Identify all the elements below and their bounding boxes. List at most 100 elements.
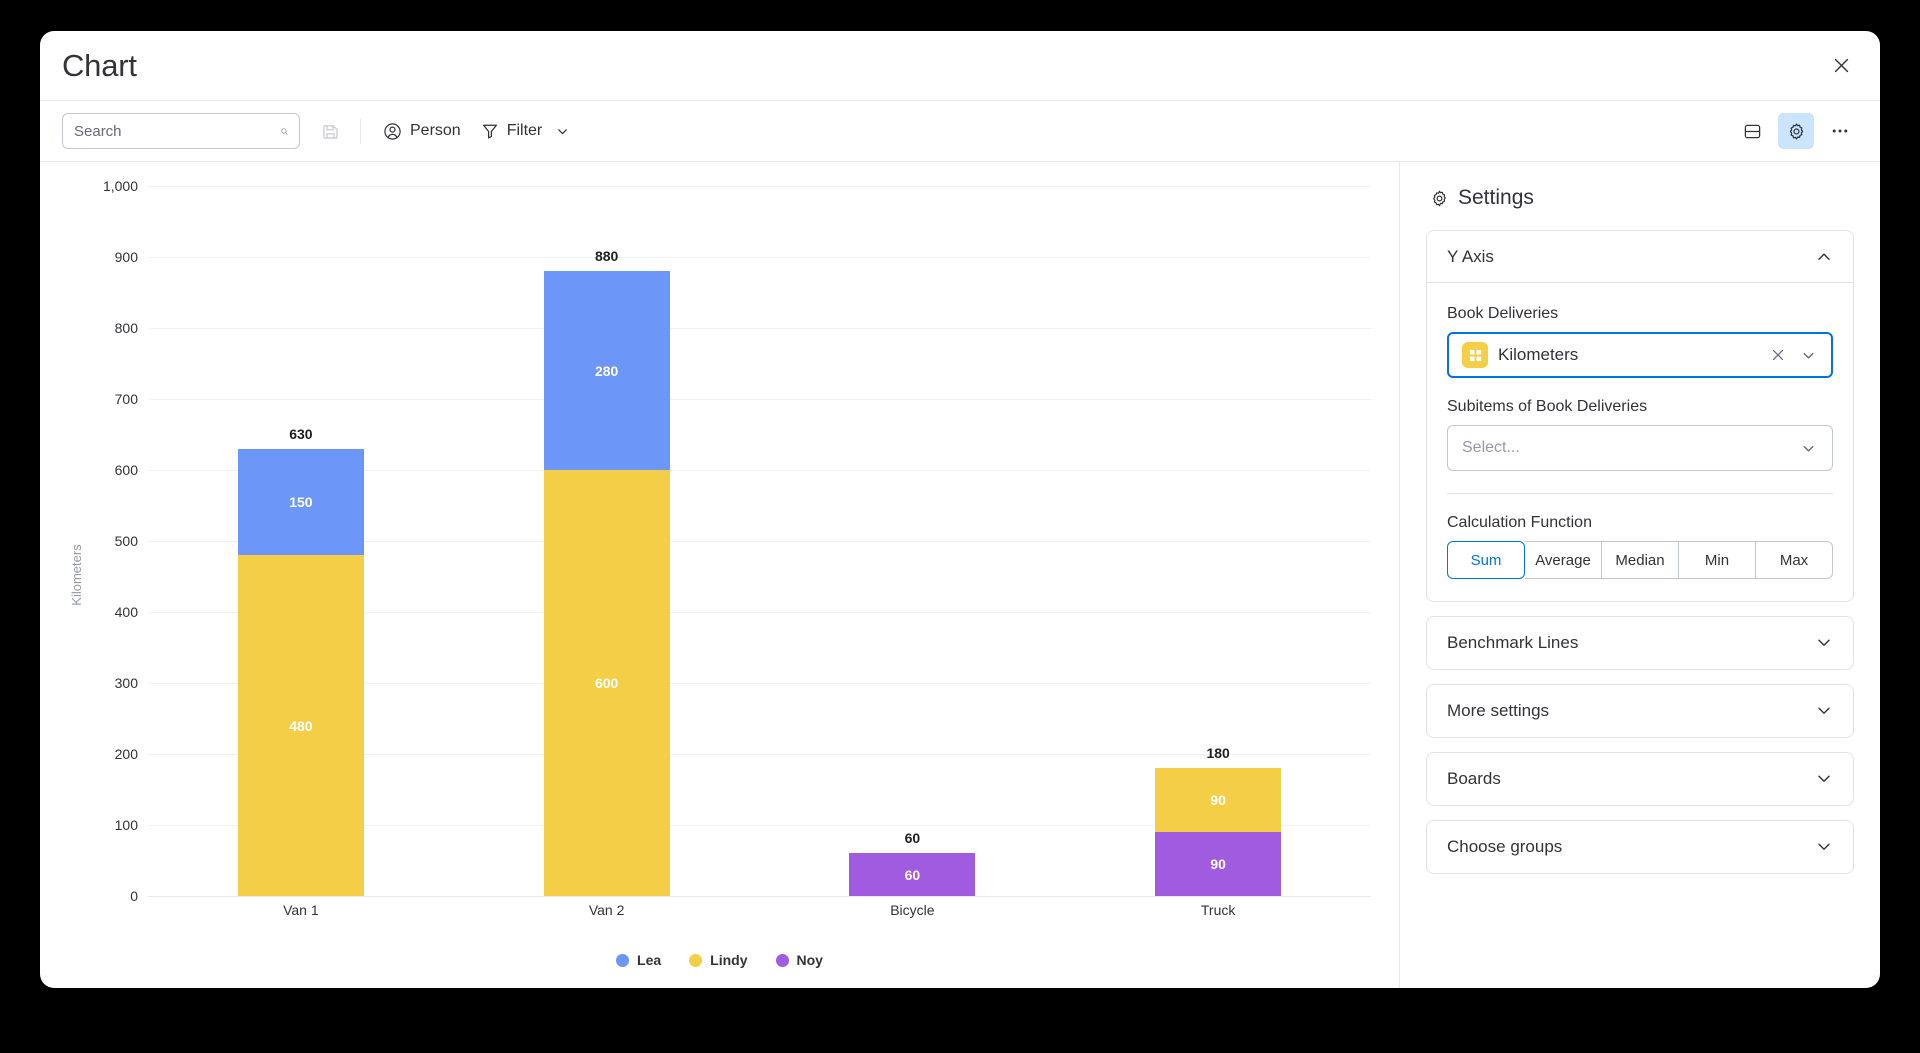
legend-item[interactable]: Lindy — [689, 952, 748, 968]
y-axis-tick: 1,000 — [102, 178, 138, 194]
settings-toggle-button[interactable] — [1778, 113, 1814, 149]
chevron-down-icon — [558, 128, 568, 134]
bar-total-label: 630 — [289, 425, 313, 442]
bar-stack[interactable]: 60 60 — [849, 830, 976, 896]
gear-icon — [1789, 122, 1803, 140]
y-axis-tick: 100 — [114, 817, 138, 833]
filter-button[interactable]: Filter — [471, 113, 580, 149]
y-axis-tick: 300 — [114, 675, 138, 691]
book-deliveries-value: Kilometers — [1498, 345, 1579, 364]
settings-section-benchmark-lines-label: Benchmark Lines — [1447, 633, 1579, 652]
settings-section-y-axis-body: Book Deliveries Kilometers Subitems of B… — [1427, 283, 1853, 601]
settings-header: Settings — [1426, 186, 1854, 210]
legend-label: Noy — [796, 952, 823, 968]
settings-divider — [1447, 493, 1833, 494]
close-button[interactable] — [1824, 49, 1858, 83]
settings-section-more-settings-label: More settings — [1447, 701, 1550, 720]
bar-slot: 90 90 180 — [1065, 186, 1371, 896]
person-filter-label: Person — [410, 122, 461, 139]
bar-stack[interactable]: 600 280 880 — [543, 248, 670, 896]
close-x-icon — [1772, 349, 1784, 361]
calculation-option-max[interactable]: Max — [1756, 541, 1833, 579]
bar-total-label: 180 — [1206, 745, 1230, 762]
chevron-down-icon — [1818, 639, 1830, 646]
y-axis-tick: 200 — [114, 746, 138, 762]
settings-section-y-axis-label: Y Axis — [1447, 246, 1494, 266]
layout-toggle-button[interactable] — [1734, 113, 1770, 149]
chevron-down-icon — [1803, 352, 1813, 359]
numbers-column-icon — [1462, 342, 1488, 368]
bar-segment[interactable]: 150 — [237, 448, 364, 556]
search-input[interactable] — [74, 122, 273, 140]
bar-segment[interactable]: 90 — [1155, 768, 1282, 833]
person-filter-button[interactable]: Person — [373, 113, 471, 149]
settings-section-y-axis-header[interactable]: Y Axis — [1427, 231, 1853, 283]
chevron-up-icon — [1818, 253, 1830, 260]
bar-slot: 600 280 880 — [454, 186, 760, 896]
chart-toolbar: Person Filter — [40, 100, 1880, 162]
legend-label: Lindy — [710, 952, 748, 968]
search-icon — [281, 128, 288, 135]
calculation-option-median[interactable]: Median — [1602, 541, 1679, 579]
legend-label: Lea — [637, 952, 662, 968]
legend-item[interactable]: Lea — [616, 952, 661, 968]
settings-section-benchmark-lines-header[interactable]: Benchmark Lines — [1427, 617, 1853, 669]
save-button[interactable] — [312, 113, 348, 149]
bar-stack[interactable]: 90 90 180 — [1155, 745, 1282, 896]
settings-section-choose-groups: Choose groups — [1426, 820, 1854, 874]
clear-selection-button[interactable] — [1768, 348, 1788, 362]
settings-pane: Settings Y Axis Book Deliveries Kilomete… — [1400, 162, 1880, 988]
more-options-button[interactable] — [1822, 113, 1858, 149]
chart-pane: Kilometers 0 100 200 300 400 500 600 700 800 900 1… — [40, 162, 1400, 988]
settings-section-boards-label: Boards — [1447, 769, 1501, 788]
legend-color-dot — [775, 953, 789, 967]
x-axis-label: Van 1 — [283, 902, 319, 918]
bar-total-label: 880 — [594, 248, 619, 265]
subitems-label: Subitems of Book Deliveries — [1447, 398, 1648, 415]
settings-section-boards: Boards — [1426, 752, 1854, 806]
y-axis-tick: 0 — [130, 888, 138, 904]
chart-legend: Lea Lindy Noy — [40, 952, 1399, 968]
settings-section-choose-groups-header[interactable]: Choose groups — [1427, 821, 1853, 873]
subitems-placeholder: Select... — [1462, 439, 1520, 456]
bar-segment[interactable]: 280 — [543, 271, 670, 471]
save-disk-icon — [322, 124, 338, 139]
subitems-caret[interactable] — [1798, 441, 1818, 456]
x-axis-label: Van 2 — [588, 902, 625, 918]
chevron-down-icon — [1818, 843, 1830, 850]
chevron-down-icon — [1818, 707, 1830, 714]
calculation-option-average[interactable]: Average — [1525, 541, 1602, 579]
bar-slot: 60 60 — [760, 186, 1066, 896]
settings-section-boards-header[interactable]: Boards — [1427, 753, 1853, 805]
book-deliveries-caret[interactable] — [1798, 348, 1818, 363]
bar-segment[interactable]: 60 — [849, 853, 976, 896]
settings-section-y-axis: Y Axis Book Deliveries Kilometers Subite… — [1426, 230, 1854, 602]
ellipsis-icon — [1832, 129, 1848, 133]
book-deliveries-select[interactable]: Kilometers — [1447, 332, 1833, 378]
legend-color-dot — [689, 953, 703, 967]
toolbar-divider — [360, 118, 361, 144]
bar-segment[interactable]: 480 — [237, 555, 364, 896]
gridline — [148, 896, 1371, 897]
subitems-select[interactable]: Select... — [1447, 425, 1833, 471]
search-box[interactable] — [62, 113, 300, 149]
settings-collapsed-sections: Benchmark Lines More settings Boards Choose… — [1426, 616, 1854, 874]
bar-slot: 480 150 630 — [148, 186, 454, 896]
bar-segment[interactable]: 600 — [543, 470, 670, 896]
bar-stack[interactable]: 480 150 630 — [237, 426, 364, 896]
calculation-option-sum[interactable]: Sum — [1447, 541, 1525, 579]
numbers-column-glyph — [1469, 349, 1481, 361]
x-axis-label: Bicycle — [890, 902, 935, 918]
calculation-function-group: Sum Average Median Min Max — [1447, 541, 1833, 579]
calculation-function-label: Calculation Function — [1447, 514, 1592, 531]
book-deliveries-label: Book Deliveries — [1447, 305, 1559, 322]
close-icon — [1834, 58, 1848, 73]
bar-segment[interactable]: 90 — [1155, 832, 1282, 896]
settings-section-more-settings-header[interactable]: More settings — [1427, 685, 1853, 737]
calculation-option-min[interactable]: Min — [1679, 541, 1756, 579]
settings-section-benchmark-lines: Benchmark Lines — [1426, 616, 1854, 670]
x-axis-labels: Van 1 Van 2 Bicycle Truck — [148, 902, 1371, 926]
y-axis-tick: 800 — [114, 320, 138, 336]
legend-item[interactable]: Noy — [775, 952, 823, 968]
screen: Chart Search Person Filter Kilometers 0 … — [0, 0, 1920, 1053]
